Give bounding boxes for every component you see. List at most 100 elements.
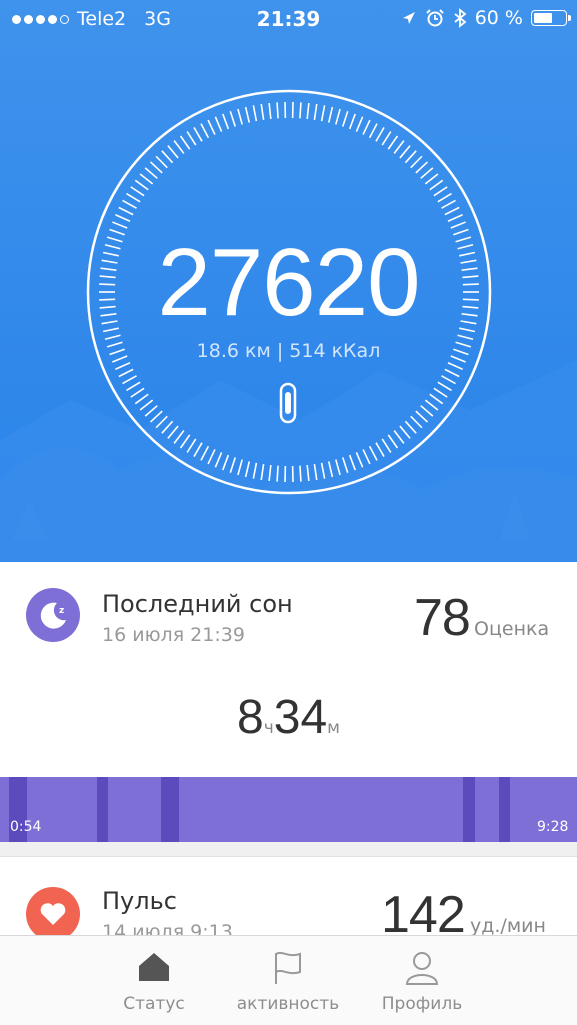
pulse-unit: уд./мин [470,915,546,935]
ring-tick [168,146,178,158]
ring-tick [150,162,162,173]
ring-tick [425,400,438,410]
deep-sleep-segment [161,777,179,842]
ring-tick [135,394,148,403]
ring-tick [168,426,178,438]
ring-tick [208,449,215,463]
ring-tick [208,120,215,134]
ring-tick [119,208,133,215]
ring-tick [322,463,325,479]
ring-tick [253,463,256,479]
ring-tick [400,146,410,158]
steps-count: 27620 [0,228,577,338]
pulse-title: Пульс [102,887,177,915]
ring-tick [336,460,340,475]
ring-tick [356,117,362,132]
svg-text:z: z [59,606,64,616]
ring-tick [115,363,130,370]
ring-tick [300,102,301,118]
ring-tick [123,200,137,208]
ring-tick [215,452,221,467]
ring-tick [438,382,452,390]
ring-tick [187,439,196,453]
ring-tick [370,446,377,460]
ring-tick [394,141,404,154]
ring-tick [329,461,333,477]
ring-tick [405,151,416,163]
ring-tick [123,376,137,384]
ring-tick [119,369,133,376]
band-icon [278,382,298,424]
ring-tick [343,457,348,472]
ring-tick [230,457,235,472]
ring-tick [363,449,370,463]
ring-tick [445,208,459,215]
ring-tick [269,103,271,119]
sleep-minutes-unit: м [327,718,340,738]
ring-tick [382,132,391,146]
heart-icon [26,887,80,935]
ring-tick [376,443,384,457]
ring-tick [350,455,356,470]
sleep-icon: z [26,588,80,642]
ring-tick [126,382,140,390]
ring-tick [246,461,250,477]
ring-tick [156,416,167,427]
ring-tick [350,114,356,129]
ring-tick [434,388,447,397]
ring-tick [400,426,410,438]
sleep-score-label: Оценка [474,618,549,640]
ring-tick [223,455,229,470]
ring-tick [194,443,202,457]
ring-tick [126,194,140,202]
pulse-card[interactable]: Пульс 14 июля 9:13 142 уд./мин [0,857,577,935]
ring-tick [329,107,333,123]
ring-tick [174,431,184,444]
ring-tick [131,388,144,397]
ring-tick [411,416,422,427]
ring-tick [223,114,229,129]
sleep-start-time: 0:54 [10,819,41,835]
ring-tick [140,400,153,410]
tab-profile[interactable]: Профиль [326,936,518,1025]
ring-tick [438,194,452,202]
ring-tick [445,369,459,376]
ring-tick [441,376,455,384]
ring-tick [215,117,221,132]
tab-profile-label: Профиль [326,994,518,1014]
ring-tick [238,460,242,475]
sleep-timeline[interactable] [0,777,577,842]
ring-tick [181,136,190,149]
ring-tick [434,187,447,196]
ring-tick [230,111,235,126]
ring-tick [238,109,242,124]
steps-hero[interactable]: Tele2 3G 21:39 60 % 27620 18.6 км | 514 … [0,0,577,562]
ring-tick [253,105,256,121]
ring-tick [162,421,173,433]
person-icon [404,950,440,986]
deep-sleep-segment [499,777,510,842]
flag-icon [270,950,306,986]
sleep-end-time: 9:28 [537,819,568,835]
ring-tick [448,215,463,222]
ring-tick [314,104,316,120]
ring-tick [201,446,208,460]
ring-tick [382,439,391,453]
ring-tick [277,466,278,482]
ring-tick [336,109,340,124]
deep-sleep-segment [97,777,108,842]
ring-tick [370,124,377,138]
ring-tick [430,180,443,189]
ring-tick [261,104,263,120]
ring-tick [322,105,325,121]
ring-tick [421,406,433,416]
ring-tick [162,151,173,163]
sleep-title: Последний сон [102,590,293,618]
ring-tick [416,411,428,422]
distance-calories: 18.6 км | 514 кКал [0,340,577,362]
ring-tick [145,406,157,416]
ring-tick [131,187,144,196]
tab-bar: Статус активность Профиль [0,935,577,1025]
ring-tick [115,215,130,222]
ring-tick [145,168,157,178]
